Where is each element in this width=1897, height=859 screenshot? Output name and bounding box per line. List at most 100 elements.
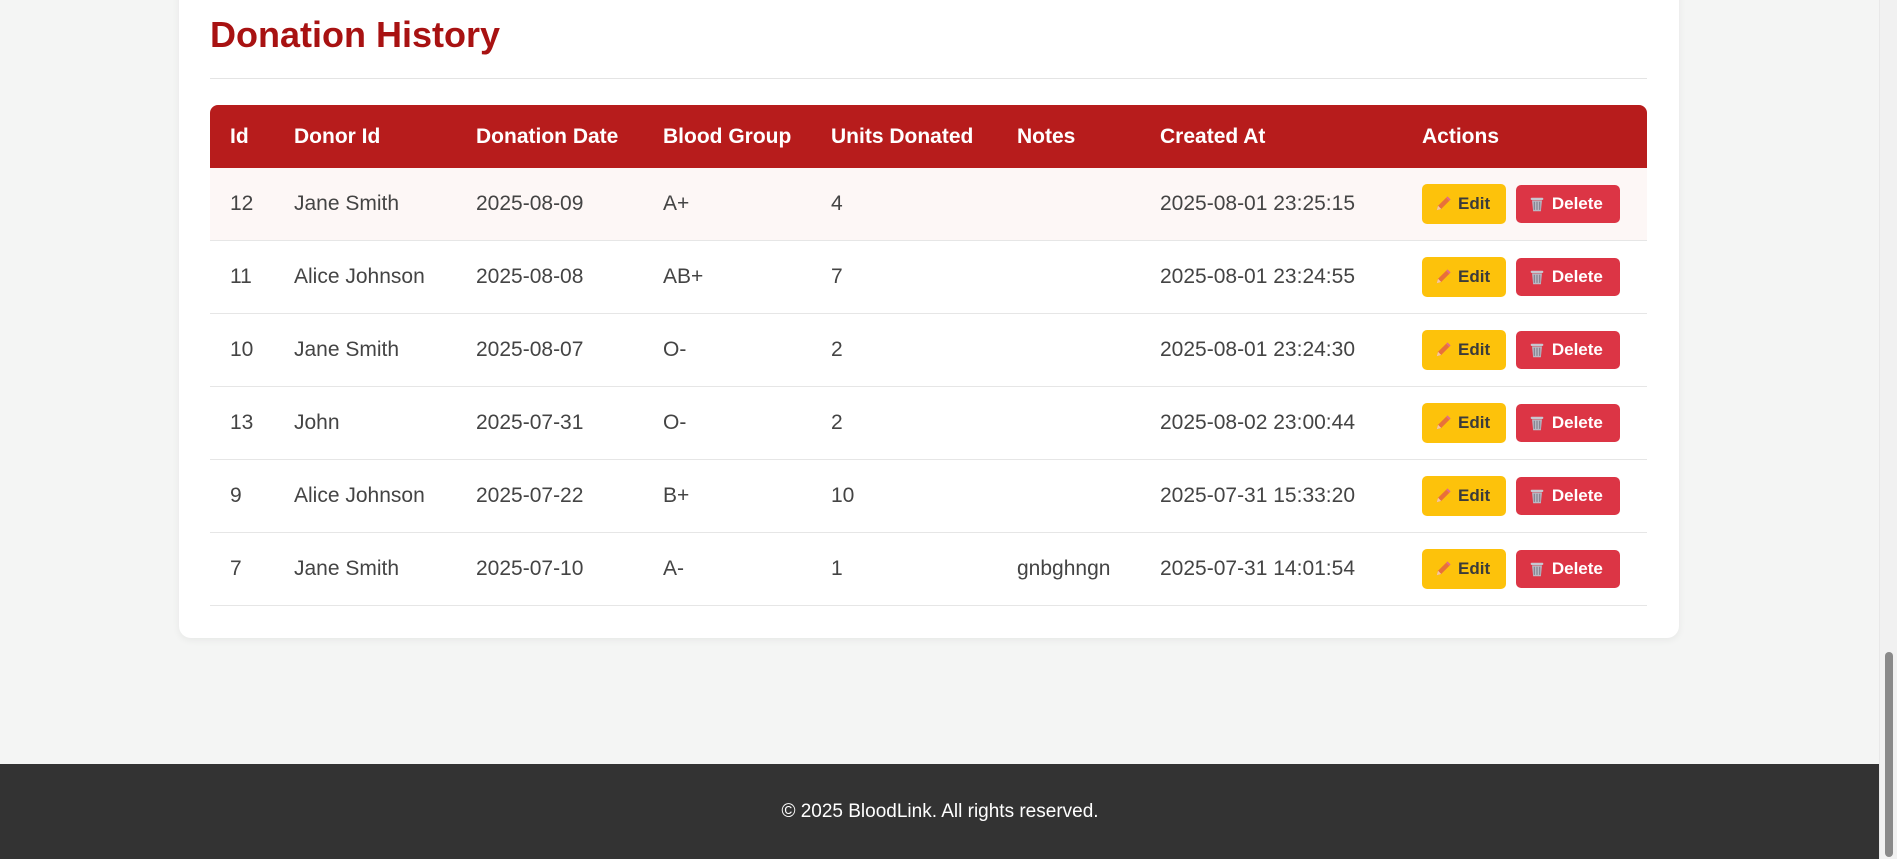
cell-actions: Edit Delete <box>1402 168 1647 241</box>
cell-donation-date: 2025-08-08 <box>456 240 643 314</box>
delete-button[interactable]: Delete <box>1515 550 1620 588</box>
cell-units-donated: 4 <box>811 168 997 241</box>
delete-button[interactable]: Delete <box>1515 258 1620 296</box>
pencil-icon <box>1436 488 1451 503</box>
cell-notes <box>997 459 1140 533</box>
cell-donor: Alice Johnson <box>274 240 456 314</box>
edit-button[interactable]: Edit <box>1422 257 1506 297</box>
cell-created-at: 2025-08-01 23:25:15 <box>1140 168 1402 241</box>
delete-label: Delete <box>1551 486 1603 505</box>
header-actions: Actions <box>1422 124 1500 148</box>
header-units-donated: Units Donated <box>831 124 974 148</box>
page: Donation History Id Donor Id Donation Da… <box>0 0 1880 859</box>
table-row: 9 Alice Johnson 2025-07-22 B+ 10 2025-07… <box>210 459 1647 533</box>
pencil-icon <box>1436 415 1451 430</box>
scrollbar-thumb[interactable] <box>1885 652 1893 857</box>
cell-notes <box>997 168 1140 241</box>
edit-button[interactable]: Edit <box>1422 403 1506 443</box>
table-row: 11 Alice Johnson 2025-08-08 AB+ 7 2025-0… <box>210 240 1647 314</box>
header-notes: Notes <box>1017 124 1076 148</box>
cell-id: 11 <box>210 240 274 314</box>
cell-notes: gnbghngn <box>997 532 1140 606</box>
wastebasket-icon <box>1530 489 1544 504</box>
cell-donor: Alice Johnson <box>274 459 456 533</box>
header-blood-group: Blood Group <box>663 124 792 148</box>
cell-donation-date: 2025-08-07 <box>456 313 643 387</box>
delete-label: Delete <box>1551 267 1603 286</box>
cell-donation-date: 2025-07-10 <box>456 532 643 606</box>
cell-actions: Edit Delete <box>1402 386 1647 460</box>
pencil-icon <box>1436 269 1451 284</box>
header-donor-id: Donor Id <box>294 124 381 148</box>
edit-button[interactable]: Edit <box>1422 549 1506 589</box>
wastebasket-icon <box>1530 562 1544 577</box>
cell-id: 9 <box>210 459 274 533</box>
cell-actions: Edit Delete <box>1402 240 1647 314</box>
edit-label: Edit <box>1458 486 1491 505</box>
cell-blood-group: O- <box>643 313 811 387</box>
edit-label: Edit <box>1458 340 1491 359</box>
donation-table-container: Id Donor Id Donation Date Blood Group Un… <box>210 105 1647 606</box>
delete-button[interactable]: Delete <box>1515 185 1620 223</box>
table-row: 10 Jane Smith 2025-08-07 O- 2 2025-08-01… <box>210 313 1647 387</box>
header-created-at: Created At <box>1160 124 1266 148</box>
cell-created-at: 2025-08-01 23:24:55 <box>1140 240 1402 314</box>
cell-units-donated: 7 <box>811 240 997 314</box>
wastebasket-icon <box>1530 270 1544 285</box>
table-body: 12 Jane Smith 2025-08-09 A+ 4 2025-08-01… <box>210 168 1647 606</box>
title-divider <box>210 78 1647 79</box>
cell-notes <box>997 313 1140 387</box>
table-row: 13 John 2025-07-31 O- 2 2025-08-02 23:00… <box>210 386 1647 460</box>
site-footer: © 2025 BloodLink. All rights reserved. <box>0 764 1880 859</box>
cell-donation-date: 2025-08-09 <box>456 168 643 241</box>
cell-id: 12 <box>210 168 274 241</box>
delete-label: Delete <box>1551 194 1603 213</box>
cell-created-at: 2025-07-31 14:01:54 <box>1140 532 1402 606</box>
cell-units-donated: 2 <box>811 313 997 387</box>
cell-blood-group: A+ <box>643 168 811 241</box>
delete-label: Delete <box>1551 340 1603 359</box>
cell-donor: Jane Smith <box>274 313 456 387</box>
wastebasket-icon <box>1530 197 1544 212</box>
edit-label: Edit <box>1458 267 1491 286</box>
cell-blood-group: B+ <box>643 459 811 533</box>
header-donation-date: Donation Date <box>476 124 619 148</box>
vertical-scrollbar[interactable] <box>1879 0 1897 859</box>
delete-button[interactable]: Delete <box>1515 331 1620 369</box>
cell-donor: John <box>274 386 456 460</box>
delete-button[interactable]: Delete <box>1515 404 1620 442</box>
cell-notes <box>997 386 1140 460</box>
cell-actions: Edit Delete <box>1402 532 1647 606</box>
cell-donation-date: 2025-07-22 <box>456 459 643 533</box>
cell-actions: Edit Delete <box>1402 459 1647 533</box>
cell-created-at: 2025-07-31 15:33:20 <box>1140 459 1402 533</box>
wastebasket-icon <box>1530 416 1544 431</box>
delete-label: Delete <box>1551 413 1603 432</box>
table-row: 7 Jane Smith 2025-07-10 A- 1 gnbghngn 20… <box>210 532 1647 606</box>
cell-donor: Jane Smith <box>274 168 456 241</box>
delete-label: Delete <box>1551 559 1603 578</box>
cell-created-at: 2025-08-01 23:24:30 <box>1140 313 1402 387</box>
cell-id: 7 <box>210 532 274 606</box>
cell-units-donated: 2 <box>811 386 997 460</box>
cell-id: 13 <box>210 386 274 460</box>
table-row: 12 Jane Smith 2025-08-09 A+ 4 2025-08-01… <box>210 168 1647 241</box>
cell-id: 10 <box>210 313 274 387</box>
footer-copyright: © 2025 BloodLink. All rights reserved. <box>781 800 1099 822</box>
edit-button[interactable]: Edit <box>1422 184 1506 224</box>
pencil-icon <box>1436 561 1451 576</box>
donation-table: Id Donor Id Donation Date Blood Group Un… <box>210 105 1647 606</box>
cell-blood-group: A- <box>643 532 811 606</box>
cell-units-donated: 1 <box>811 532 997 606</box>
cell-notes <box>997 240 1140 314</box>
pencil-icon <box>1436 196 1451 211</box>
cell-donation-date: 2025-07-31 <box>456 386 643 460</box>
page-title: Donation History <box>210 14 501 55</box>
cell-donor: Jane Smith <box>274 532 456 606</box>
edit-button[interactable]: Edit <box>1422 330 1506 370</box>
edit-button[interactable]: Edit <box>1422 476 1506 516</box>
delete-button[interactable]: Delete <box>1515 477 1620 515</box>
cell-blood-group: O- <box>643 386 811 460</box>
edit-label: Edit <box>1458 559 1491 578</box>
cell-actions: Edit Delete <box>1402 313 1647 387</box>
